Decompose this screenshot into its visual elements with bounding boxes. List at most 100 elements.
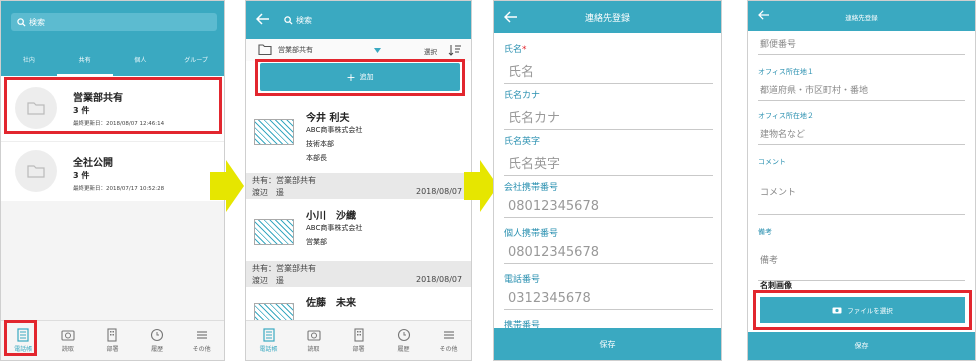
field-label: 氏名カナ [504,91,541,101]
search-placeholder: 検索 [29,17,45,27]
screen-contact-register: 連絡先登録 氏名* 氏名 氏名カナ 氏名カナ 氏名英字 氏名英字 会社携帯番号 … [493,0,722,361]
tab-department[interactable]: 部署 [336,321,381,360]
tab-other[interactable]: その他 [426,321,471,360]
contact-name: 小川 沙織 [306,211,356,222]
contact-share-row: 共有：営業部共有 渡辺 遥 2018/08/07 [246,173,471,199]
field-name-english: 氏名英字 氏名英字 [504,129,713,176]
share-label: 共有：営業部共有 [252,264,316,273]
tab-history[interactable]: 履歴 [381,321,426,360]
tab-scan[interactable]: 読取 [291,321,336,360]
tab-phonebook[interactable]: 電話帳 [246,321,291,360]
search-input[interactable]: 検索 [11,13,217,31]
contact-list-item[interactable]: 佐藤 未来 [246,289,471,324]
name-input[interactable]: 氏名 [504,58,713,84]
category-tabs: 社内 共有 個人 グループ [1,49,224,76]
tab-shared[interactable]: 共有 [56,49,113,76]
field-phone: 電話番号 0312345678 [504,267,713,313]
date-label: 2018/08/07 [416,187,463,196]
folder-toolbar: 営業部共有 選択 [246,39,471,61]
note-input[interactable]: 備考 [758,239,965,281]
highlight-box [4,320,37,356]
screen-contact-register-bottom: 連絡先登録 郵便番号 オフィス所在地１ 都道府県・市区町村・番地 オフィス所在地… [747,0,976,361]
select-button[interactable]: 選択 [424,46,437,56]
tab-group[interactable]: グループ [168,49,224,76]
company-mobile-input[interactable]: 08012345678 [504,196,713,218]
chevron-down-icon[interactable] [374,48,381,53]
name-kana-input[interactable]: 氏名カナ [504,104,713,130]
field-personal-mobile: 個人携帯番号 08012345678 [504,221,713,267]
tab-label: その他 [192,346,211,353]
contact-name: 今井 利夫 [306,113,350,124]
folder-name: 全社公開 [73,158,113,169]
tab-label: 部署 [106,346,119,353]
bottom-tab-bar: 電話帳 読取 部署 履歴 その他 [246,320,471,360]
field-label: 氏名英字 [504,137,541,147]
tab-internal[interactable]: 社内 [1,49,57,76]
tab-label: 読取 [307,346,320,353]
business-card-thumbnail [254,219,294,245]
field-office-address-1: オフィス所在地１ 都道府県・市区町村・番地 [758,67,965,101]
field-name: 氏名* 氏名 [504,37,713,84]
field-label: 氏名 [504,45,523,55]
save-button[interactable]: 保存 [748,332,975,360]
clock-icon [151,328,164,342]
share-label: 共有：営業部共有 [252,176,316,185]
business-card-thumbnail [254,119,294,145]
folder-updated: 最終更新日：2018/07/17 10:52:28 [73,186,165,192]
tab-label: 履歴 [397,346,410,353]
clock-icon [397,328,410,342]
save-button[interactable]: 保存 [494,328,721,360]
contact-list-item[interactable]: 小川 沙織 ABC商事株式会社 営業部 [246,201,471,261]
screen-phonebook-folders: 検索 社内 共有 個人 グループ 営業部共有 3 件 最終更新日：2018/08… [0,0,225,361]
name-english-input[interactable]: 氏名英字 [504,150,713,176]
personal-mobile-input[interactable]: 08012345678 [504,242,713,264]
field-label: 備考 [758,228,772,236]
required-mark: * [522,45,527,55]
folder-select[interactable]: 営業部共有 [278,45,313,55]
header-bar: 連絡先登録 [748,1,975,31]
contact-share-row: 共有：営業部共有 渡辺 遥 2018/08/07 [246,261,471,287]
contact-list-item[interactable]: 今井 利夫 ABC商事株式会社 技術本部 本部長 [246,101,471,173]
contact-company: ABC商事株式会社 [306,224,363,232]
search-input[interactable]: 検索 [284,12,464,28]
tab-other[interactable]: その他 [179,321,224,360]
contact-department: 技術本部 [306,140,334,148]
phone-input[interactable]: 0312345678 [504,288,713,310]
folder-icon [258,44,272,55]
sort-icon[interactable] [448,44,462,56]
tab-department[interactable]: 部署 [90,321,135,360]
highlight-box [255,59,465,96]
building-icon [107,328,118,342]
highlight-box [4,77,222,134]
page-title: 連絡先登録 [845,14,878,22]
building-icon [353,328,364,342]
owner-label: 渡辺 遥 [252,276,284,285]
tab-label: 履歴 [151,346,164,353]
folder-icon [15,150,57,192]
contact-company: ABC商事株式会社 [306,126,363,134]
menu-icon [196,331,207,339]
save-label: 保存 [599,339,616,349]
field-company-mobile: 会社携帯番号 08012345678 [504,175,713,221]
tab-history[interactable]: 履歴 [135,321,180,360]
tab-scan[interactable]: 読取 [46,321,91,360]
folder-list-item[interactable]: 全社公開 3 件 最終更新日：2018/07/17 10:52:28 [1,141,224,199]
tab-label: 電話帳 [259,346,278,353]
contact-department: 営業部 [306,238,327,246]
arrow-right-icon [210,160,244,212]
tab-personal[interactable]: 個人 [113,49,169,76]
back-arrow-icon[interactable] [256,13,270,25]
save-label: 保存 [854,342,869,350]
contact-name: 佐藤 未来 [306,298,356,309]
search-placeholder: 検索 [296,15,312,25]
highlight-box [753,290,972,330]
search-icon [17,17,26,27]
tab-label: 読取 [61,346,74,353]
office-address-2-input[interactable]: 建物名など [758,123,965,145]
camera-icon [61,330,75,341]
comment-input[interactable]: コメント [758,169,965,215]
header-bar: 連絡先登録 [494,1,721,33]
postal-code-input[interactable]: 郵便番号 [758,33,965,55]
menu-icon [443,331,454,339]
office-address-1-input[interactable]: 都道府県・市区町村・番地 [758,79,965,101]
